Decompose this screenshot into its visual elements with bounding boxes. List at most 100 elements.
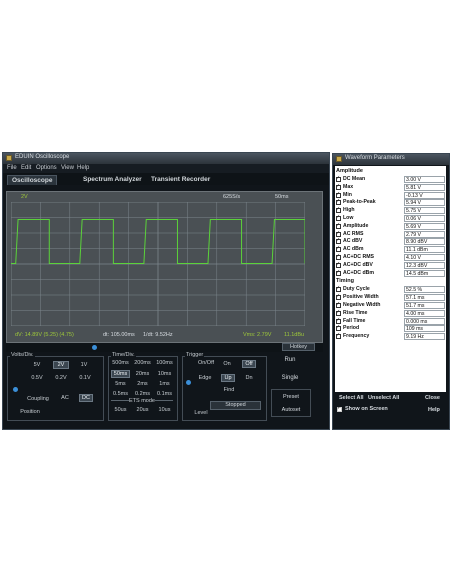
- parameter-row[interactable]: Duty Cycle 52.5 %: [336, 285, 445, 294]
- tab-spectrum-analyzer[interactable]: Spectrum Analyzer: [79, 175, 146, 185]
- parameter-checkbox[interactable]: [336, 309, 341, 316]
- parameter-checkbox[interactable]: [336, 293, 341, 301]
- parameter-row[interactable]: Period 109 ms: [336, 324, 445, 333]
- parameter-checkbox[interactable]: [336, 332, 341, 340]
- parameter-checkbox[interactable]: [336, 261, 341, 268]
- oscilloscope-titlebar[interactable]: EDUIN Oscilloscope: [3, 153, 329, 164]
- parameter-checkbox[interactable]: [336, 183, 341, 190]
- time-0-1ms[interactable]: 0.1ms: [155, 391, 174, 397]
- parameter-checkbox[interactable]: [336, 245, 341, 253]
- parameter-row[interactable]: Amplitude 5.69 V: [336, 222, 445, 231]
- parameter-row[interactable]: Rise Time 4.00 ms: [336, 309, 445, 318]
- volts-5v[interactable]: 5V: [30, 362, 44, 368]
- time-5ms[interactable]: 5ms: [111, 381, 130, 387]
- volts-1v[interactable]: 1V: [77, 362, 91, 368]
- parameter-row[interactable]: Positive Width 57.1 ms: [336, 293, 445, 302]
- parameter-checkbox[interactable]: [336, 269, 341, 276]
- edge-up[interactable]: Up: [221, 374, 235, 382]
- waveform-parameters-window: Waveform Parameters Amplitude DC Mean 3.0…: [332, 153, 450, 430]
- parameter-row[interactable]: Low 0.06 V: [336, 214, 445, 223]
- parameter-row[interactable]: Frequency 9.19 Hz: [336, 332, 445, 341]
- time-10us[interactable]: 10us: [155, 407, 174, 413]
- time-20us[interactable]: 20us: [133, 407, 152, 413]
- volts-0-5v[interactable]: 0.5V: [29, 375, 45, 381]
- help-button[interactable]: Help: [428, 407, 440, 413]
- oscilloscope-window: EDUIN Oscilloscope File Edit Options Vie…: [2, 152, 330, 430]
- level-knob-icon[interactable]: [186, 380, 191, 385]
- parameter-checkbox[interactable]: [336, 317, 341, 324]
- parameter-row[interactable]: Peak-to-Peak 5.94 V: [336, 198, 445, 207]
- hotkey-button[interactable]: Hotkey: [282, 343, 315, 351]
- volts-2v[interactable]: 2V: [53, 361, 69, 369]
- single-button[interactable]: Single: [275, 375, 305, 381]
- parameter-row[interactable]: AC+DC RMS 4.10 V: [336, 253, 445, 262]
- parameter-row[interactable]: AC dBV 8.90 dBV: [336, 237, 445, 246]
- parameter-row[interactable]: AC dBm 11.1 dBm: [336, 245, 445, 254]
- parameter-value: 5.81 V: [404, 183, 445, 191]
- parameter-checkbox[interactable]: [336, 324, 341, 332]
- parameter-name: AC+DC dBV: [343, 261, 373, 268]
- parameter-row[interactable]: Fall Time 0.000 ms: [336, 317, 445, 326]
- parameter-checkbox[interactable]: [336, 253, 341, 260]
- close-button[interactable]: Close: [425, 395, 440, 401]
- trigger-on[interactable]: On: [221, 361, 233, 367]
- time-0-2ms[interactable]: 0.2ms: [133, 391, 152, 397]
- parameter-checkbox[interactable]: [336, 206, 341, 214]
- parameter-row[interactable]: AC RMS 2.79 V: [336, 230, 445, 239]
- parameter-name: Negative Width: [343, 302, 381, 308]
- parameter-row[interactable]: Min -0.13 V: [336, 191, 445, 200]
- time-10ms[interactable]: 10ms: [155, 371, 174, 377]
- menu-file[interactable]: File: [7, 165, 17, 171]
- menu-help[interactable]: Help: [77, 165, 89, 171]
- parameter-checkbox[interactable]: [336, 285, 341, 293]
- time-20ms[interactable]: 20ms: [133, 371, 152, 377]
- parameter-row[interactable]: AC+DC dBV 12.3 dBV: [336, 261, 445, 270]
- position-label: Position: [20, 409, 40, 415]
- scope-display[interactable]: 2V 625S/s 50ms dV: 14.89V (5.25) (4.75) …: [6, 191, 323, 343]
- time-2ms[interactable]: 2ms: [133, 381, 152, 387]
- parameter-checkbox[interactable]: [336, 301, 341, 308]
- parameter-checkbox[interactable]: [336, 198, 341, 206]
- time-50us[interactable]: 50us: [111, 407, 130, 413]
- volts-0-1v[interactable]: 0.1V: [77, 375, 93, 381]
- parameter-checkbox[interactable]: [336, 214, 341, 221]
- parameter-checkbox[interactable]: [336, 237, 341, 245]
- run-button[interactable]: Run: [275, 357, 305, 363]
- select-all-button[interactable]: Select All: [339, 395, 364, 401]
- edge-dn[interactable]: Dn: [242, 375, 256, 381]
- parameter-value: 57.1 ms: [404, 294, 445, 302]
- time-50ms[interactable]: 50ms: [111, 370, 130, 378]
- menu-edit[interactable]: Edit: [21, 165, 31, 171]
- time-100ms[interactable]: 100ms: [155, 360, 174, 366]
- parameter-checkbox[interactable]: [336, 191, 341, 198]
- volts-0-2v[interactable]: 0.2V: [53, 375, 69, 381]
- parameters-titlebar[interactable]: Waveform Parameters: [333, 154, 449, 165]
- parameter-row[interactable]: DC Mean 3.00 V: [336, 175, 445, 184]
- tab-oscilloscope[interactable]: Oscilloscope: [7, 175, 58, 185]
- time-1ms[interactable]: 1ms: [155, 381, 174, 387]
- parameter-row[interactable]: High 5.75 V: [336, 206, 445, 215]
- preset-button[interactable]: Preset: [275, 394, 307, 400]
- unselect-all-button[interactable]: Unselect All: [368, 395, 399, 401]
- time-0-5ms[interactable]: 0.5ms: [111, 391, 130, 397]
- time-200ms[interactable]: 200ms: [133, 360, 152, 366]
- parameter-row[interactable]: AC+DC dBm 14.5 dBm: [336, 269, 445, 278]
- time-500ms[interactable]: 500ms: [111, 360, 130, 366]
- parameter-row[interactable]: Max 5.81 V: [336, 183, 445, 192]
- parameter-checkbox[interactable]: [336, 230, 341, 237]
- coupling-dc[interactable]: DC: [79, 394, 93, 402]
- tab-transient-recorder[interactable]: Transient Recorder: [147, 175, 214, 185]
- menu-view[interactable]: View: [61, 165, 74, 171]
- show-on-screen-checkbox[interactable]: [337, 405, 342, 412]
- parameter-name: High: [343, 207, 355, 214]
- trigger-off[interactable]: Off: [242, 360, 256, 368]
- autoset-button[interactable]: Autoset: [275, 407, 307, 413]
- coupling-ac[interactable]: AC: [59, 395, 71, 401]
- parameter-checkbox[interactable]: [336, 222, 341, 229]
- find-button[interactable]: Find: [219, 387, 239, 393]
- scroll-position-icon[interactable]: [92, 345, 97, 350]
- parameter-checkbox[interactable]: [336, 175, 341, 182]
- position-knob-icon[interactable]: [13, 387, 18, 392]
- parameter-row[interactable]: Negative Width 51.7 ms: [336, 301, 445, 310]
- menu-options[interactable]: Options: [36, 165, 57, 171]
